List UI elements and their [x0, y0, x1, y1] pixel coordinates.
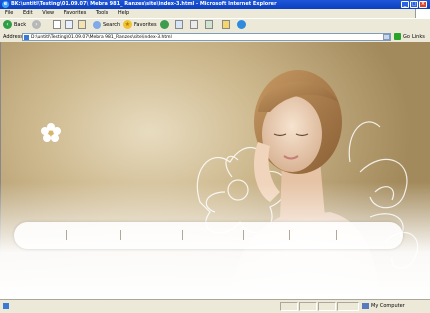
menu-view[interactable]: View: [42, 10, 54, 16]
go-button[interactable]: Go: [394, 32, 410, 42]
zone-label: My Computer: [371, 303, 405, 309]
status-pane: [337, 302, 359, 311]
edit-button[interactable]: [205, 20, 213, 31]
nav-separator: [289, 230, 290, 240]
close-button[interactable]: ×: [419, 1, 427, 8]
internet-explorer-icon: e: [2, 1, 9, 8]
links-button[interactable]: Links: [412, 32, 425, 42]
web-page-content: [0, 42, 430, 299]
history-button[interactable]: [160, 20, 171, 31]
search-label: Search: [103, 22, 121, 28]
minimize-button[interactable]: _: [401, 1, 409, 8]
menu-tools[interactable]: Tools: [96, 10, 108, 16]
messenger-button[interactable]: [237, 20, 248, 31]
stop-button[interactable]: [53, 20, 61, 31]
refresh-icon: [65, 20, 73, 29]
page-status-icon: [3, 302, 9, 309]
home-icon: [78, 20, 86, 29]
print-button[interactable]: [190, 20, 198, 31]
edit-icon: [205, 20, 213, 29]
site-navigation-bar[interactable]: [14, 222, 403, 249]
folder-icon: [222, 20, 230, 29]
menu-file[interactable]: File: [5, 10, 13, 16]
mail-button[interactable]: [175, 20, 183, 31]
status-bar: My Computer: [0, 299, 430, 313]
nav-separator: [336, 230, 337, 240]
menu-edit[interactable]: Edit: [23, 10, 33, 16]
maximize-button[interactable]: □: [410, 1, 418, 8]
nav-separator: [66, 230, 67, 240]
back-label: Back: [14, 22, 27, 28]
forward-arrow-icon: ›: [32, 20, 41, 29]
status-pane: [318, 302, 336, 311]
search-button[interactable]: Search: [93, 20, 120, 31]
menu-favorites[interactable]: Favorites: [64, 10, 87, 16]
window-title: BK:\untitl\Testing\01.09.07\ Mebra 981_ …: [11, 1, 277, 7]
mail-icon: [175, 20, 183, 29]
computer-icon: [362, 302, 369, 309]
go-arrow-icon: [394, 33, 401, 40]
status-pane: [280, 302, 298, 311]
nav-separator: [243, 230, 244, 240]
status-page-icon: [3, 300, 9, 313]
status-pane: [299, 302, 317, 311]
history-icon: [160, 20, 169, 29]
page-icon: [24, 35, 29, 40]
back-arrow-icon: ‹: [3, 20, 12, 29]
security-zone: My Computer: [362, 300, 405, 313]
menu-bar: File Edit View Favorites Tools Help: [0, 9, 430, 18]
address-dropdown-icon[interactable]: [383, 34, 390, 40]
messenger-icon: [237, 20, 246, 29]
address-label: Address: [3, 34, 23, 40]
home-button[interactable]: [78, 20, 86, 31]
nav-separator: [182, 230, 183, 240]
address-value: D:\untitl\Testing\01.09.07\Mebra 981_Ran…: [31, 35, 172, 40]
favorites-button[interactable]: ★ Favorites: [123, 20, 157, 31]
toolbar: ‹ Back › Search ★ Favorites: [0, 18, 430, 33]
folder-button[interactable]: [222, 20, 230, 31]
title-bar: e BK:\untitl\Testing\01.09.07\ Mebra 981…: [0, 0, 430, 9]
back-button[interactable]: ‹ Back: [3, 20, 26, 31]
forward-button[interactable]: ›: [32, 20, 43, 31]
refresh-button[interactable]: [65, 20, 73, 31]
nav-separator: [120, 230, 121, 240]
flower-icon: [41, 123, 61, 142]
star-icon: ★: [123, 20, 132, 29]
go-label: Go: [403, 34, 410, 40]
menu-help[interactable]: Help: [118, 10, 129, 16]
windows-logo-icon: [415, 9, 430, 18]
favorites-label: Favorites: [134, 22, 157, 28]
search-icon: [93, 20, 101, 29]
address-input[interactable]: D:\untitl\Testing\01.09.07\Mebra 981_Ran…: [22, 33, 391, 41]
print-icon: [190, 20, 198, 29]
stop-icon: [53, 20, 61, 29]
